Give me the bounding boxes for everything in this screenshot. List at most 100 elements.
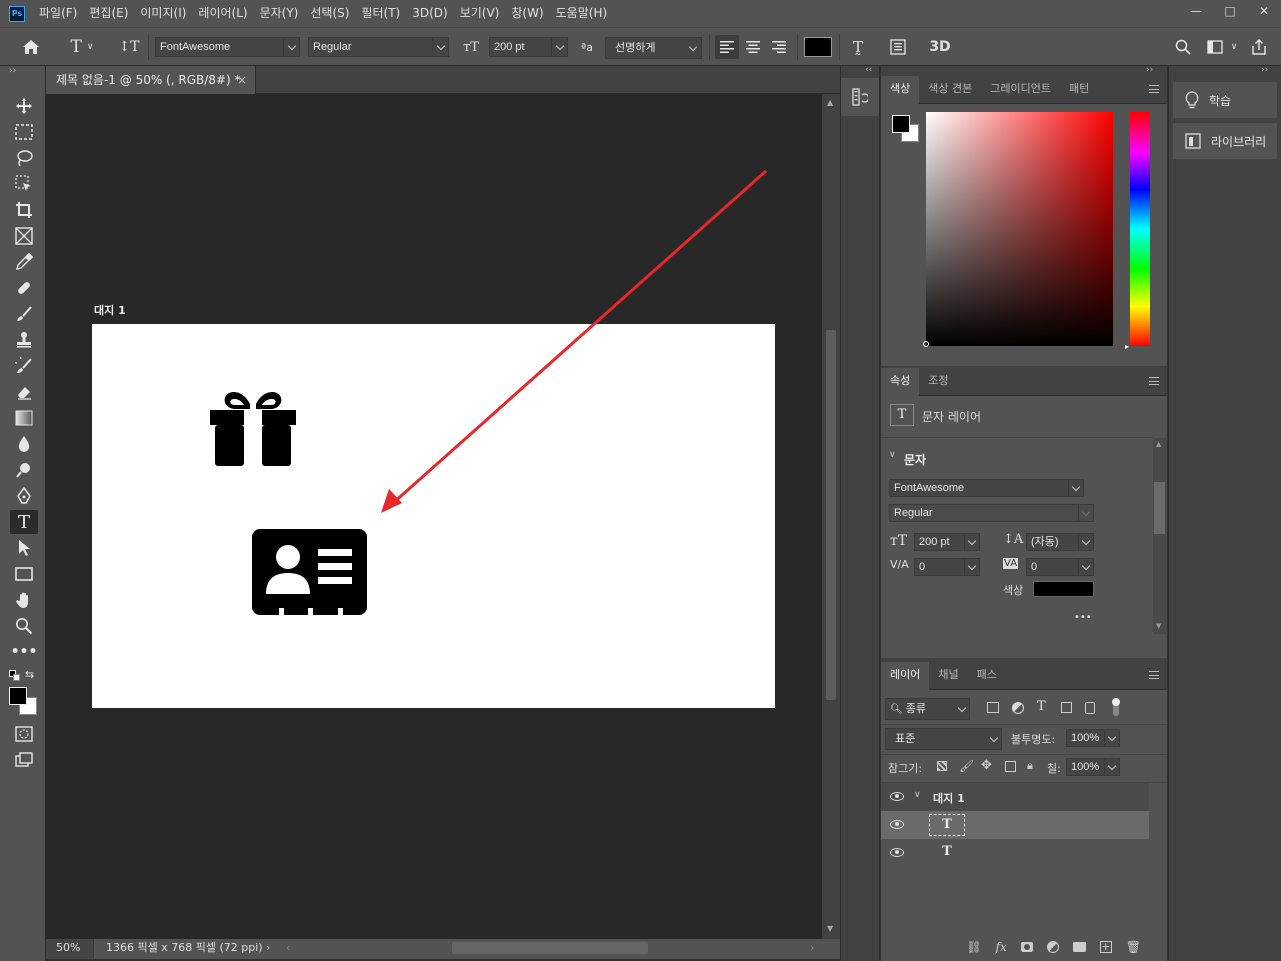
- screen-mode-icon[interactable]: [10, 748, 38, 772]
- expand-dock-icon[interactable]: ››: [1261, 65, 1268, 75]
- shape-filter-icon[interactable]: [1061, 702, 1072, 713]
- gradient-tool-icon[interactable]: [10, 406, 38, 430]
- fill-field[interactable]: 100%: [1066, 758, 1120, 776]
- close-window-button[interactable]: ✕: [1247, 0, 1281, 22]
- antialias-select[interactable]: 선명하게: [605, 37, 702, 59]
- lock-pixels-icon[interactable]: 🖌︎: [959, 759, 974, 773]
- collapse-panels-icon[interactable]: ››: [1146, 65, 1153, 75]
- vertical-scrollbar[interactable]: ▲ ▼: [822, 94, 840, 939]
- move-tool-icon[interactable]: [10, 94, 38, 118]
- layer-group-row[interactable]: ∨ 대지 1: [881, 783, 1149, 811]
- dodge-tool-icon[interactable]: [10, 458, 38, 482]
- hue-slider-handle[interactable]: ▸: [1125, 342, 1129, 351]
- font-size-select[interactable]: 200 pt: [489, 37, 568, 57]
- zoom-level[interactable]: 50%: [46, 939, 94, 959]
- libraries-panel-button[interactable]: 라이브러리: [1173, 123, 1277, 159]
- healing-brush-tool-icon[interactable]: [10, 276, 38, 300]
- expand-chevron-icon[interactable]: ‹‹: [865, 65, 872, 75]
- menu-layer[interactable]: 레이어(L): [192, 0, 253, 27]
- prop-font-family-select[interactable]: FontAwesome: [889, 479, 1084, 497]
- scroll-right-icon[interactable]: ›: [810, 941, 814, 954]
- properties-scrollbar[interactable]: ▲ ▼: [1153, 438, 1167, 634]
- properties-scroll-thumb[interactable]: [1154, 482, 1165, 534]
- new-group-folder-icon[interactable]: [1072, 941, 1086, 952]
- marquee-tool-icon[interactable]: [10, 120, 38, 144]
- tab-channels[interactable]: 채널: [929, 662, 967, 690]
- pen-tool-icon[interactable]: [10, 484, 38, 508]
- more-options-icon[interactable]: •••: [1074, 612, 1092, 623]
- filter-toggle[interactable]: [1112, 698, 1120, 716]
- visibility-eye-icon[interactable]: [890, 792, 904, 801]
- rectangle-tool-icon[interactable]: [10, 562, 38, 586]
- tracking-select[interactable]: 0: [1026, 558, 1094, 576]
- eyedropper-tool-icon[interactable]: [10, 250, 38, 274]
- tab-adjustments[interactable]: 조정: [919, 368, 957, 396]
- prop-font-style-select[interactable]: Regular: [889, 504, 1094, 522]
- swap-colors-icon[interactable]: ⇆: [25, 668, 34, 681]
- color-picker-handle[interactable]: [923, 341, 929, 347]
- info-chevron-icon[interactable]: ›: [266, 941, 270, 954]
- visibility-eye-icon[interactable]: [890, 848, 904, 857]
- new-adjustment-icon[interactable]: [1046, 940, 1059, 953]
- scroll-down-icon[interactable]: ▼: [827, 924, 833, 933]
- menu-3d[interactable]: 3D(D): [406, 0, 453, 27]
- leading-select[interactable]: (자동): [1026, 533, 1094, 551]
- foreground-color-swatch[interactable]: [892, 115, 910, 133]
- lock-position-icon[interactable]: ✥: [981, 758, 992, 773]
- artboard[interactable]: [92, 324, 775, 708]
- blend-mode-select[interactable]: 표준: [885, 728, 1002, 750]
- tab-properties[interactable]: 속성: [881, 368, 920, 396]
- collapse-chevron-icon[interactable]: ››: [9, 66, 16, 76]
- section-chevron-icon[interactable]: ∨: [889, 450, 896, 460]
- align-center-icon[interactable]: [741, 35, 765, 59]
- scroll-left-icon[interactable]: ‹: [286, 941, 290, 954]
- font-style-select[interactable]: Regular: [308, 37, 449, 57]
- warp-text-icon[interactable]: T̰: [847, 37, 869, 57]
- text-orientation-icon[interactable]: ↕T: [118, 37, 140, 57]
- tab-swatches[interactable]: 색상 견본: [919, 76, 981, 104]
- tab-paths[interactable]: 패스: [968, 662, 1006, 690]
- learn-panel-button[interactable]: 학습: [1173, 82, 1277, 118]
- group-name[interactable]: 대지 1: [933, 790, 965, 806]
- adjustment-filter-icon[interactable]: [1012, 702, 1024, 714]
- panel-menu-icon[interactable]: [1149, 671, 1159, 679]
- path-selection-tool-icon[interactable]: [10, 536, 38, 560]
- panel-menu-icon[interactable]: [1149, 377, 1159, 385]
- id-card-icon[interactable]: [252, 529, 367, 615]
- workspace-icon[interactable]: ∨: [1202, 37, 1242, 57]
- document-info[interactable]: 1366 픽셀 x 768 픽셀 (72 ppi): [106, 939, 263, 959]
- menu-window[interactable]: 창(W): [505, 0, 549, 27]
- menu-help[interactable]: 도움말(H): [550, 0, 614, 27]
- pixel-filter-icon[interactable]: [987, 702, 999, 713]
- prop-font-size-select[interactable]: 200 pt: [914, 533, 980, 551]
- frame-tool-icon[interactable]: [10, 224, 38, 248]
- menu-view[interactable]: 보기(V): [454, 0, 506, 27]
- tab-color[interactable]: 색상: [881, 76, 920, 104]
- close-icon[interactable]: ×: [237, 66, 247, 94]
- panel-menu-icon[interactable]: [1149, 85, 1159, 93]
- group-chevron-icon[interactable]: ∨: [914, 790, 921, 800]
- share-icon[interactable]: [1248, 37, 1270, 57]
- lock-transparent-icon[interactable]: [937, 761, 947, 771]
- align-right-icon[interactable]: [767, 35, 791, 59]
- lasso-tool-icon[interactable]: [10, 146, 38, 170]
- horizontal-scroll-thumb[interactable]: [452, 942, 648, 954]
- scroll-up-icon[interactable]: ▲: [827, 98, 833, 107]
- color-field[interactable]: [923, 112, 1113, 347]
- tab-patterns[interactable]: 패턴: [1060, 76, 1098, 104]
- maximize-button[interactable]: □: [1213, 0, 1247, 22]
- lock-artboard-icon[interactable]: [1005, 761, 1016, 772]
- history-brush-tool-icon[interactable]: [10, 354, 38, 378]
- tab-gradients[interactable]: 그레이디언트: [981, 76, 1060, 104]
- text-color-swatch[interactable]: [1033, 581, 1094, 597]
- layer-filter-select[interactable]: 🔍︎ 종류: [885, 698, 970, 720]
- font-family-select[interactable]: FontAwesome: [155, 37, 300, 57]
- character-panel-icon[interactable]: [887, 37, 909, 57]
- clone-stamp-tool-icon[interactable]: [10, 328, 38, 352]
- type-tool-icon[interactable]: T: [10, 510, 38, 534]
- type-tool-preset-icon[interactable]: T ∨: [64, 37, 100, 57]
- 3d-button[interactable]: 3D: [927, 37, 953, 57]
- character-section-title[interactable]: 문자: [904, 451, 926, 468]
- menu-edit[interactable]: 편집(E): [83, 0, 134, 27]
- home-icon[interactable]: [20, 37, 42, 57]
